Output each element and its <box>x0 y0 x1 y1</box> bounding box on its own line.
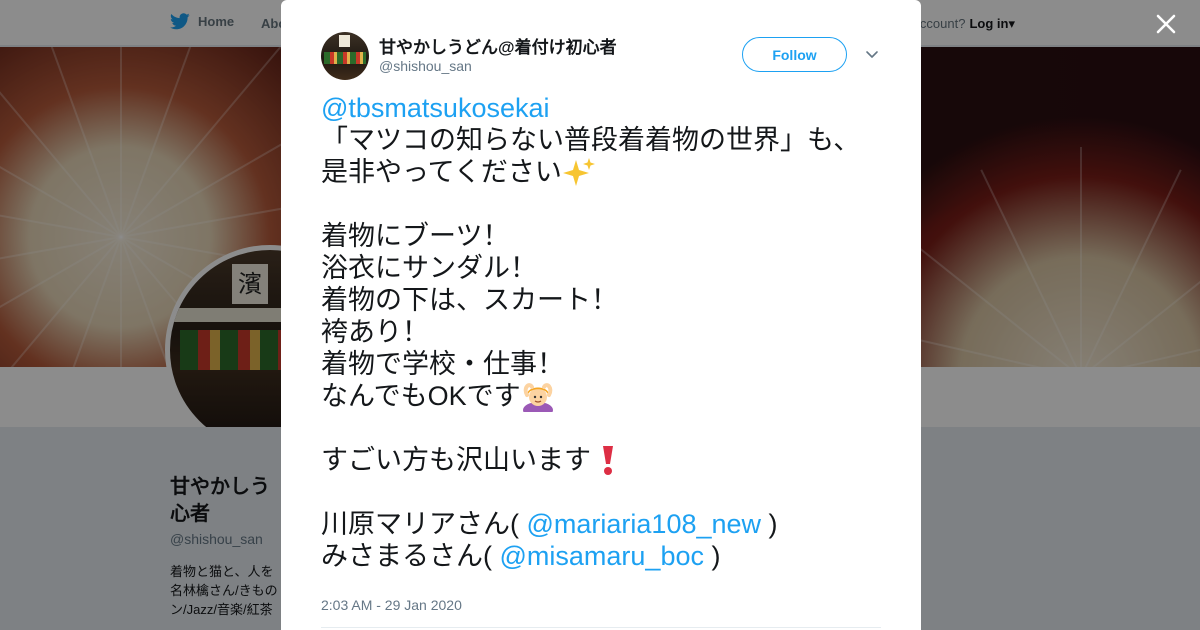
follow-button[interactable]: Follow <box>742 37 847 72</box>
chevron-down-icon[interactable] <box>864 46 880 62</box>
mention-link[interactable]: @misamaru_boc <box>500 541 704 571</box>
tweet-line: @tbsmatsukosekai <box>321 92 901 124</box>
tweet-line: 川原マリアさん( @mariaria108_new ) <box>321 508 901 540</box>
tweet-line-text: 着物で学校・仕事！ <box>321 349 564 379</box>
tweet-line-text: 着物にブーツ！ <box>321 221 510 251</box>
tweet-text: @tbsmatsukosekai 「マツコの知らない普段着着物の世界」も、 是非やっ… <box>321 92 901 572</box>
tweet-line-text: 着物の下は、スカート！ <box>321 285 618 315</box>
close-icon[interactable] <box>1152 10 1180 38</box>
tweet-line: 「マツコの知らない普段着着物の世界」も、 <box>321 124 901 156</box>
divider <box>321 627 881 628</box>
tweet-line-text: ) <box>761 509 778 539</box>
tweet-line: 浴衣にサンダル！ <box>321 252 901 284</box>
sparkles-icon <box>562 156 596 188</box>
tweet-line-text: 川原マリアさん( <box>321 509 527 539</box>
tweet-line-text: すごい方も沢山います <box>321 445 591 475</box>
tweet-line: みさまるさん( @misamaru_boc ) <box>321 540 901 572</box>
author-name[interactable]: 甘やかしうどん@着付け初心者 <box>379 33 617 58</box>
tweet-line-text: なんでもOKです <box>321 381 521 411</box>
tweet-line-text: 袴あり！ <box>321 317 429 347</box>
tweet-line-text: みさまるさん( <box>321 541 500 571</box>
tweet-line: 是非やってください <box>321 156 901 188</box>
person-gesturing-ok-icon <box>521 380 555 418</box>
tweet-line: 着物の下は、スカート！ <box>321 284 901 316</box>
tweet-line-text: 是非やってください <box>321 157 562 187</box>
tweet-line: 着物で学校・仕事！ <box>321 348 901 380</box>
tweet-line-text: 浴衣にサンダル！ <box>321 253 537 283</box>
heavy-exclamation-mark-icon <box>591 444 625 476</box>
tweet-line: なんでもOKです <box>321 380 901 418</box>
tweet-line-text: ) <box>703 541 721 571</box>
tweet-line: すごい方も沢山います <box>321 444 901 476</box>
mention-link[interactable]: @mariaria108_new <box>527 509 762 539</box>
tweet-line-text: 「マツコの知らない普段着着物の世界」も、 <box>321 125 861 155</box>
author-handle[interactable]: @shishou_san <box>379 58 472 74</box>
tweet-modal: 甘やかしうどん@着付け初心者 @shishou_san Follow @tbsm… <box>281 0 921 630</box>
tweet-line: 着物にブーツ！ <box>321 220 901 252</box>
mention-link[interactable]: @tbsmatsukosekai <box>321 93 550 123</box>
tweet-line: 袴あり！ <box>321 316 901 348</box>
author-avatar[interactable] <box>321 32 369 80</box>
tweet-timestamp[interactable]: 2:03 AM - 29 Jan 2020 <box>321 597 462 613</box>
